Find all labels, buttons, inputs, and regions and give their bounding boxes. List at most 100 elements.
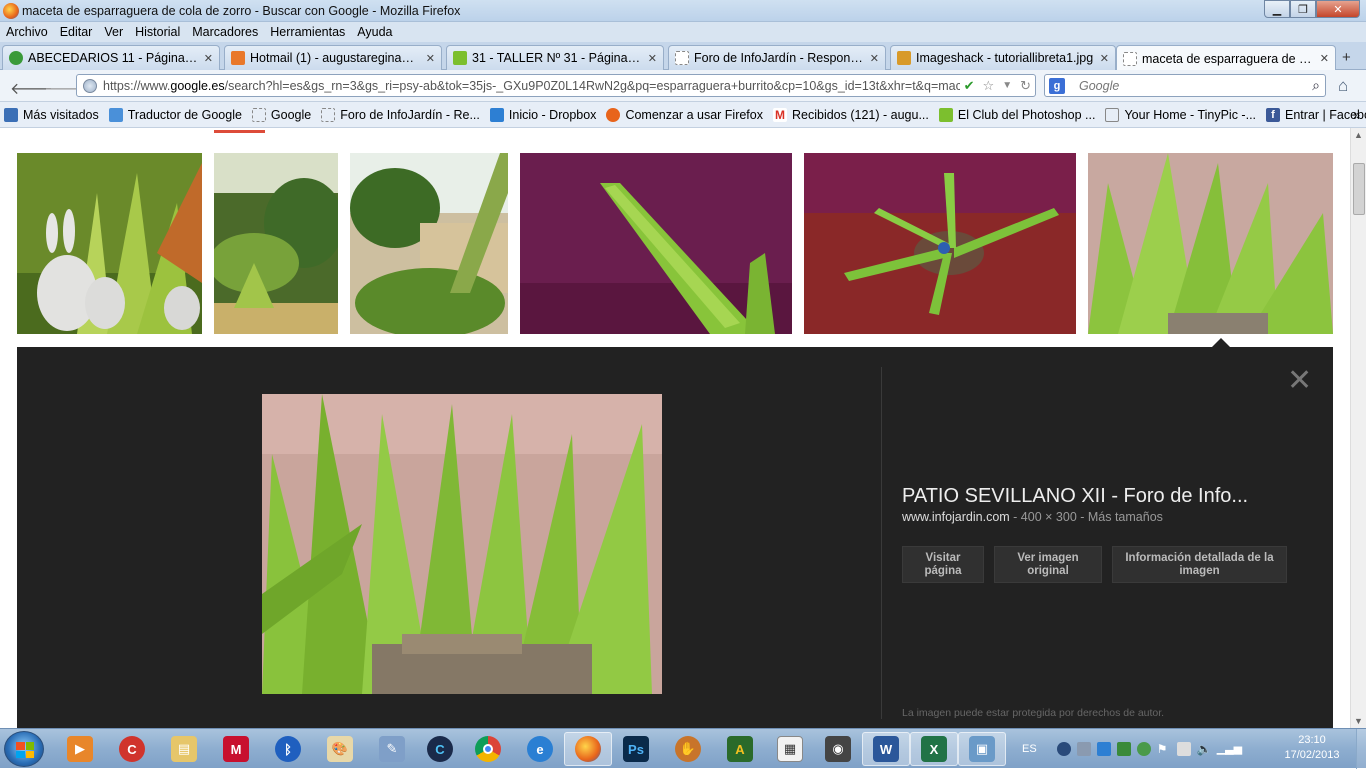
search-engine-box[interactable]: g Google ⌕ (1044, 74, 1326, 97)
menu-historial[interactable]: Historial (135, 25, 180, 39)
bookmark-firefox[interactable]: Comenzar a usar Firefox (606, 107, 763, 122)
maximize-button[interactable]: ❐ (1290, 0, 1316, 18)
bookmark-facebook[interactable]: fEntrar | Facebook (1266, 107, 1366, 122)
selection-indicator (214, 130, 265, 133)
close-tab-icon[interactable]: ✕ (1320, 52, 1329, 65)
bookmark-star-icon[interactable]: ☆ (983, 78, 995, 94)
taskbar-paint-shop[interactable]: ✎ (368, 732, 416, 766)
taskbar-photoshop[interactable]: Ps (612, 732, 660, 766)
search-icon[interactable]: ⌕ (1312, 77, 1320, 94)
glove-icon: ✋ (675, 736, 701, 762)
taskbar-word[interactable]: W (862, 732, 910, 766)
bookmark-traductor[interactable]: Traductor de Google (108, 107, 242, 122)
image-details-button[interactable]: Información detallada de la imagen (1112, 546, 1287, 583)
bookmark-google[interactable]: Google (251, 107, 311, 122)
shield-tray-icon[interactable] (1136, 742, 1151, 756)
taskbar-avast[interactable]: A (716, 732, 764, 766)
preview-size[interactable]: - 400 × 300 - Más tamaños (1013, 510, 1163, 524)
taskbar-excel[interactable]: X (910, 732, 958, 766)
bookmark-photoshop-club[interactable]: El Club del Photoshop ... (938, 107, 1095, 122)
taskbar-explorer[interactable]: ▤ (160, 732, 208, 766)
menu-marcadores[interactable]: Marcadores (192, 25, 258, 39)
tab-infojardin[interactable]: Foro de InfoJardín - Responder a... ✕ (668, 45, 886, 70)
close-preview-icon[interactable]: ✕ (1287, 363, 1312, 398)
taskbar-calendar[interactable]: ▦ (766, 732, 814, 766)
show-desktop-button[interactable] (1356, 729, 1366, 769)
language-indicator[interactable]: ES (1022, 743, 1037, 755)
clock[interactable]: 23:10 17/02/2013 (1280, 733, 1344, 763)
taskbar-chrome[interactable] (464, 732, 512, 766)
volume-icon[interactable]: 🔈 (1197, 742, 1212, 756)
settings-tray-icon[interactable] (1076, 742, 1091, 756)
tab-google-search[interactable]: maceta de esparraguera de cola ... ✕ (1116, 45, 1336, 71)
start-button[interactable] (4, 731, 44, 767)
image-result-4[interactable] (520, 153, 792, 334)
view-original-button[interactable]: Ver imagen original (994, 546, 1102, 583)
bookmark-mas-visitados[interactable]: Más visitados (4, 107, 99, 122)
taskbar-media-player[interactable]: ▶ (56, 732, 104, 766)
preview-title[interactable]: PATIO SEVILLANO XII - Foro de Info... (902, 485, 1248, 508)
tab-imageshack[interactable]: Imageshack - tutoriallibreta1.jpg ✕ (890, 45, 1116, 70)
vertical-scrollbar[interactable]: ▲ ▼ (1350, 128, 1366, 728)
close-tab-icon[interactable]: ✕ (648, 52, 657, 65)
bookmark-gmail[interactable]: M Recibidos (121) - augu... (773, 107, 929, 122)
scrollbar-thumb[interactable] (1353, 163, 1365, 215)
image-result-1[interactable] (17, 153, 202, 334)
taskbar-camera[interactable]: ◉ (814, 732, 862, 766)
reload-icon[interactable]: ↻ (1020, 78, 1031, 94)
close-tab-icon[interactable]: ✕ (870, 52, 879, 65)
cyberlink-tray-icon[interactable] (1056, 742, 1071, 756)
taskbar-internet-explorer[interactable]: e (516, 732, 564, 766)
image-result-2[interactable] (214, 153, 338, 334)
image-result-3[interactable] (350, 153, 508, 334)
menu-editar[interactable]: Editar (60, 25, 93, 39)
menu-archivo[interactable]: Archivo (6, 25, 48, 39)
bookmark-tinypic[interactable]: Your Home - TinyPic -... (1105, 107, 1256, 122)
tab-abecedarios[interactable]: ABECEDARIOS 11 - Página 49 - F... ✕ (2, 45, 220, 70)
taskbar-ccleaner[interactable]: C (108, 732, 156, 766)
network-signal-icon[interactable]: ▁▃▅ (1217, 742, 1242, 756)
image-result-6-selected[interactable] (1088, 153, 1333, 334)
brush-icon: ✎ (379, 736, 405, 762)
taskbar-firefox[interactable] (564, 732, 612, 766)
close-tab-icon[interactable]: ✕ (426, 52, 435, 65)
taskbar-bluetooth[interactable]: ᛒ (264, 732, 312, 766)
dropdown-arrow-icon[interactable]: ▼ (1002, 80, 1012, 91)
tab-hotmail[interactable]: Hotmail (1) - augustareginae@h... ✕ (224, 45, 442, 70)
bookmark-dropbox[interactable]: Inicio - Dropbox (489, 107, 596, 122)
flag-tray-icon[interactable]: ⚑ (1157, 742, 1171, 756)
close-window-button[interactable]: ✕ (1316, 0, 1360, 18)
bookmark-infojardin[interactable]: Foro de InfoJardín - Re... (321, 107, 480, 122)
new-tab-button[interactable]: + (1342, 49, 1351, 66)
close-tab-icon[interactable]: ✕ (204, 52, 213, 65)
cyberlink-icon: C (427, 736, 453, 762)
url-bar[interactable]: https://www.google.es/search?hl=es&gs_rn… (76, 74, 1036, 97)
taskbar-paint[interactable]: 🎨 (316, 732, 364, 766)
home-icon[interactable]: ⌂ (1338, 76, 1348, 96)
taskbar-glove-app[interactable]: ✋ (664, 732, 712, 766)
taskbar-image-viewer[interactable]: ▣ (958, 732, 1006, 766)
scroll-down-icon[interactable]: ▼ (1354, 716, 1363, 726)
device-tray-icon[interactable] (1176, 742, 1191, 756)
preview-domain[interactable]: www.infojardin.com (902, 510, 1010, 524)
green-c-icon (9, 51, 23, 65)
picture-icon: ▣ (969, 736, 995, 762)
menu-ayuda[interactable]: Ayuda (357, 25, 392, 39)
preview-image[interactable] (262, 394, 662, 694)
dropbox-tray-icon[interactable] (1096, 742, 1111, 756)
minimize-button[interactable]: ▁ (1264, 0, 1290, 18)
menu-ver[interactable]: Ver (104, 25, 123, 39)
chevron-right-icon[interactable]: » (1353, 108, 1360, 122)
close-tab-icon[interactable]: ✕ (1100, 52, 1109, 65)
visit-page-button[interactable]: Visitar página (902, 546, 984, 583)
menu-herramientas[interactable]: Herramientas (270, 25, 345, 39)
taskbar-cyberlink[interactable]: C (416, 732, 464, 766)
copyright-notice: La imagen puede estar protegida por dere… (902, 707, 1165, 719)
scroll-up-icon[interactable]: ▲ (1354, 130, 1363, 140)
media-player-icon: ▶ (67, 736, 93, 762)
tab-taller[interactable]: 31 - TALLER Nº 31 - Página 19 ✕ (446, 45, 664, 70)
facebook-icon: f (1266, 107, 1281, 122)
bar-chart-tray-icon[interactable] (1116, 742, 1131, 756)
taskbar-mcafee[interactable]: M (212, 732, 260, 766)
image-result-5[interactable] (804, 153, 1076, 334)
